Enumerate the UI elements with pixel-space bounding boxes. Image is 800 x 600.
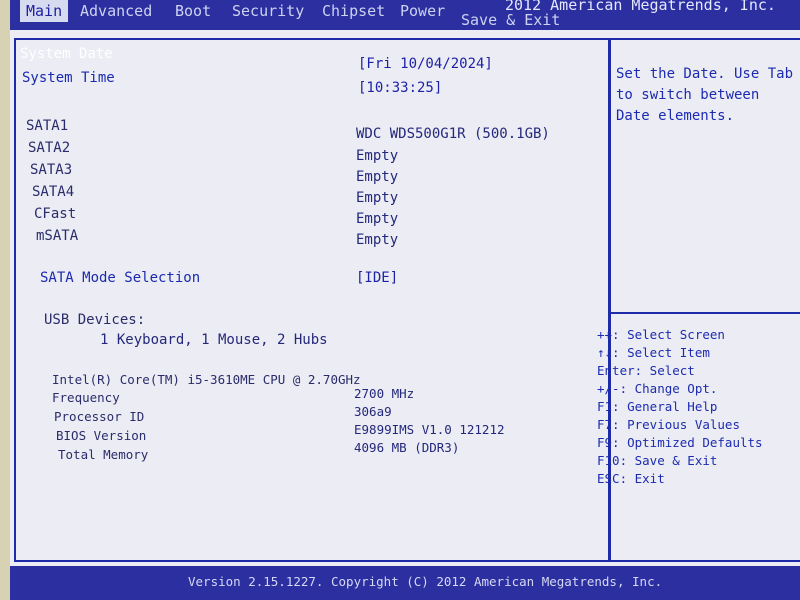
tab-advanced[interactable]: Advanced	[80, 2, 152, 20]
sata-mode-label[interactable]: SATA Mode Selection	[40, 270, 200, 286]
system-date-value[interactable]: [Fri 10/04/2024]	[358, 56, 493, 72]
copyright-header: 2012 American Megatrends, Inc.	[505, 0, 776, 14]
key-select-item: ↑↓: Select Item	[597, 345, 710, 360]
frequency-label: Frequency	[52, 390, 120, 405]
msata-label: mSATA	[36, 228, 79, 244]
bios-version-label: BIOS Version	[56, 428, 147, 443]
processor-id-label: Processor ID	[54, 409, 145, 424]
sata1-label: SATA1	[26, 118, 69, 134]
key-change-opt: +/-: Change Opt.	[597, 381, 718, 396]
key-previous-values: F7: Previous Values	[597, 417, 740, 432]
footer-bar: Version 2.15.1227. Copyright (C) 2012 Am…	[10, 566, 800, 600]
tab-security[interactable]: Security	[232, 2, 304, 20]
total-memory-value: 4096 MB (DDR3)	[354, 440, 460, 455]
system-time-value[interactable]: [10:33:25]	[358, 80, 442, 96]
system-date-label[interactable]: System Date	[20, 46, 113, 62]
processor-id-value: 306a9	[354, 404, 392, 419]
tab-chipset[interactable]: Chipset	[322, 2, 385, 20]
tab-boot[interactable]: Boot	[175, 2, 211, 20]
sata3-value: Empty	[356, 169, 399, 185]
key-save-exit: F10: Save & Exit	[597, 453, 718, 468]
system-time-label[interactable]: System Time	[22, 70, 115, 86]
bios-screen: Main Advanced Boot Security Chipset Powe…	[10, 0, 800, 600]
sata2-label: SATA2	[28, 140, 71, 156]
key-select-screen: ++: Select Screen	[597, 327, 725, 342]
tab-main[interactable]: Main	[20, 0, 69, 22]
key-exit: ESC: Exit	[597, 471, 665, 486]
help-text: Set the Date. Use Tab to switch between …	[616, 66, 794, 124]
total-memory-label: Total Memory	[58, 447, 149, 462]
menu-bar: Main Advanced Boot Security Chipset Powe…	[10, 0, 800, 30]
cpu-name: Intel(R) Core(TM) i5-3610ME CPU @ 2.70GH…	[52, 372, 361, 387]
tab-power[interactable]: Power	[400, 2, 445, 20]
sata2-value: Empty	[356, 148, 399, 164]
cfast-label: CFast	[34, 206, 77, 222]
sata1-value: WDC WDS500G1R (500.1GB)	[356, 126, 550, 142]
key-general-help: F1: General Help	[597, 399, 718, 414]
main-settings-pane: System Date [Fri 10/04/2024] System Time…	[14, 38, 610, 562]
usb-devices-value: 1 Keyboard, 1 Mouse, 2 Hubs	[100, 332, 328, 348]
sata-mode-value[interactable]: [IDE]	[356, 270, 398, 286]
help-divider	[611, 312, 800, 314]
sata4-label: SATA4	[32, 184, 75, 200]
key-optimized-defaults: F9: Optimized Defaults	[597, 435, 763, 450]
cfast-value: Empty	[356, 211, 399, 227]
frequency-value: 2700 MHz	[354, 386, 415, 401]
key-legend: ++: Select Screen ↑↓: Select Item Enter:…	[597, 326, 763, 488]
sata4-value: Empty	[356, 190, 399, 206]
bios-version-value: E9899IMS V1.0 121212	[354, 422, 505, 437]
version-copyright: Version 2.15.1227. Copyright (C) 2012 Am…	[188, 574, 663, 589]
help-pane: Set the Date. Use Tab to switch between …	[597, 38, 800, 562]
key-enter-select: Enter: Select	[597, 363, 695, 378]
sata3-label: SATA3	[30, 162, 73, 178]
usb-devices-label: USB Devices:	[44, 312, 146, 328]
msata-value: Empty	[356, 232, 399, 248]
